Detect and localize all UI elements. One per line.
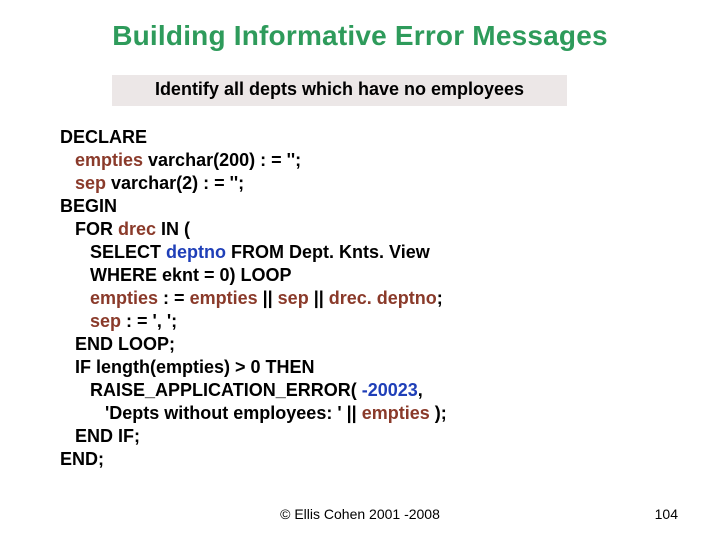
code-var-empties-arg: empties xyxy=(362,403,430,423)
slide: Building Informative Error Messages Iden… xyxy=(0,0,720,540)
code-var-empties-rhs: empties xyxy=(190,288,258,308)
subtitle-box: Identify all depts which have no employe… xyxy=(112,75,567,106)
code-var-empties-decl: empties xyxy=(60,150,143,170)
slide-title: Building Informative Error Messages xyxy=(0,20,720,52)
code-line-5a: FOR xyxy=(60,219,118,239)
code-var-empties-lhs: empties xyxy=(60,288,158,308)
code-line-6a: SELECT xyxy=(60,242,166,262)
code-var-drec-deptno: drec. deptno xyxy=(329,288,437,308)
code-var-drec: drec xyxy=(118,219,156,239)
code-line-12a: RAISE_APPLICATION_ERROR( xyxy=(60,380,362,400)
code-col-deptno: deptno xyxy=(166,242,226,262)
code-line-5c: IN ( xyxy=(156,219,190,239)
code-errcode: -20023 xyxy=(362,380,418,400)
code-line-7: WHERE eknt = 0) LOOP xyxy=(60,265,292,285)
code-line-9b: : = ', '; xyxy=(121,311,177,331)
footer-copyright: © Ellis Cohen 2001 -2008 xyxy=(0,506,720,522)
code-block: DECLARE empties varchar(200) : = ''; sep… xyxy=(60,126,670,471)
code-line-13a: 'Depts without employees: ' || xyxy=(60,403,362,423)
code-line-3-rest: varchar(2) : = ''; xyxy=(106,173,244,193)
code-var-sep-decl: sep xyxy=(60,173,106,193)
code-line-1: DECLARE xyxy=(60,127,147,147)
code-line-8d: || xyxy=(258,288,278,308)
code-line-8h: ; xyxy=(437,288,443,308)
subtitle-text: Identify all depts which have no employe… xyxy=(155,79,524,99)
code-line-6c: FROM Dept. Knts. View xyxy=(226,242,430,262)
code-line-4: BEGIN xyxy=(60,196,117,216)
code-var-sep-lhs: sep xyxy=(60,311,121,331)
code-line-11: IF length(empties) > 0 THEN xyxy=(60,357,315,377)
code-line-10: END LOOP; xyxy=(60,334,175,354)
code-line-12c: , xyxy=(418,380,423,400)
code-line-14: END IF; xyxy=(60,426,140,446)
code-line-8b: : = xyxy=(158,288,190,308)
code-line-15: END; xyxy=(60,449,104,469)
code-var-sep-rhs: sep xyxy=(278,288,309,308)
code-line-8f: || xyxy=(309,288,329,308)
code-line-13c: ); xyxy=(430,403,447,423)
page-number: 104 xyxy=(655,506,678,522)
code-line-2-rest: varchar(200) : = ''; xyxy=(143,150,301,170)
